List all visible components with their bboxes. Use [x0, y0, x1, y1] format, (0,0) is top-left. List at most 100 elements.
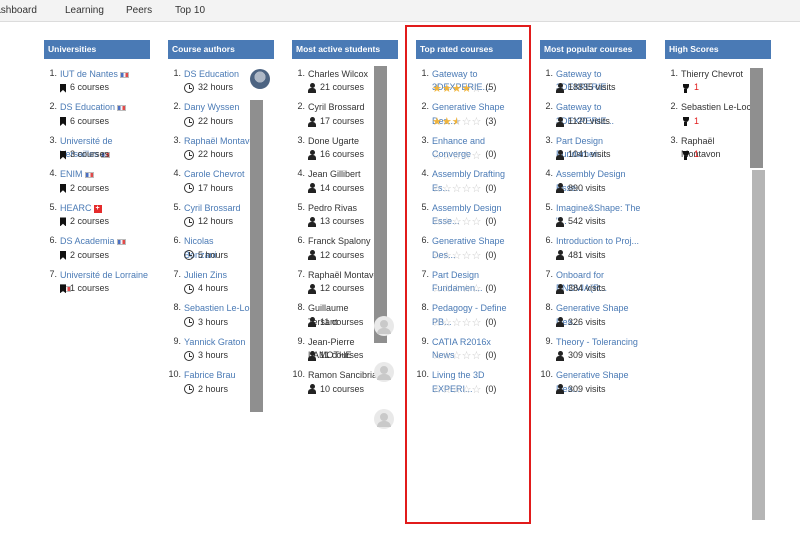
- tab-dashboard[interactable]: Dashboard: [0, 5, 37, 16]
- course-count-text: 1 courses: [70, 283, 110, 294]
- university-item: 3. Université de Versailles 3 courses: [44, 135, 150, 162]
- item-number: 1.: [297, 68, 305, 78]
- user-icon: [308, 250, 316, 261]
- item-number: 5.: [49, 201, 57, 212]
- visit-count: 890 visits: [556, 182, 646, 195]
- course-count-text: 2 courses: [70, 216, 110, 227]
- popular-list: 1. Gateway to 3DEXPERIE... 18835 visits 2. G…: [540, 68, 646, 396]
- universities-panel: Universities 1. IUT de Nantes 6 courses 2. D…: [44, 40, 150, 302]
- author-name-line: Nicolas Bonzani: [184, 235, 234, 259]
- clock-icon: [184, 183, 194, 194]
- item-number: 1.: [545, 68, 553, 78]
- author-link[interactable]: Fabrice Brau: [184, 370, 236, 380]
- item-number: 9.: [173, 335, 181, 346]
- score-value: 1: [694, 115, 700, 126]
- item-number: 2.: [545, 101, 553, 112]
- item-number: 7.: [173, 268, 181, 279]
- university-item: 6. DS Academia 2 courses: [44, 235, 150, 262]
- bookmark-icon: [60, 117, 66, 127]
- item-number: 10.: [292, 369, 305, 380]
- top-rated-highlight: [405, 25, 531, 524]
- item-number: 4.: [49, 168, 57, 179]
- visit-count: 542 visits: [556, 215, 646, 228]
- course-count-text: 11 courses: [320, 316, 364, 327]
- popular-course-name-line: Introduction to Proj...: [556, 235, 644, 248]
- student-course-count: 10 courses: [308, 383, 398, 396]
- clock-icon: [184, 116, 194, 127]
- item-number: 6.: [297, 235, 305, 246]
- author-link[interactable]: Carole Chevrot: [184, 169, 245, 179]
- item-number: 5.: [173, 201, 181, 212]
- popular-course-name-line: Onboard for ENOVIA(R...: [556, 269, 644, 293]
- hours-text: 3 hours: [198, 350, 229, 361]
- item-number: 2.: [297, 101, 305, 112]
- tab-top10[interactable]: Top 10: [175, 5, 205, 16]
- french-flag-icon: [117, 105, 127, 112]
- score-name-line: Raphaël Montavon: [681, 135, 731, 159]
- student-name: Pedro Rivas: [308, 202, 358, 213]
- item-number: 10.: [168, 369, 181, 380]
- item-number: 5.: [297, 201, 305, 212]
- visits-text: 542 visits: [568, 216, 606, 227]
- popular-course-item: 10. Generative Shape Des... 309 visits: [540, 369, 646, 396]
- hours-text: 2 hours: [198, 383, 229, 394]
- author-link[interactable]: Cyril Brossard: [184, 203, 241, 213]
- item-number: 9.: [545, 335, 553, 346]
- visit-count: 309 visits: [556, 349, 646, 362]
- item-number: 3.: [670, 134, 678, 145]
- popular-course-name-line: Part Design Fundamen...: [556, 135, 644, 159]
- tab-learning[interactable]: Learning: [65, 5, 104, 16]
- visits-text: 326 visits: [568, 316, 606, 327]
- item-number: 3.: [49, 134, 57, 145]
- clock-icon: [184, 83, 194, 94]
- visit-count: 1120 visits: [556, 115, 646, 128]
- author-link[interactable]: Yannick Graton: [184, 337, 245, 347]
- university-name-line: Université de Versailles: [60, 135, 150, 159]
- score-name: Thierry Chevrot: [681, 69, 744, 79]
- item-number: 5.: [545, 201, 553, 212]
- course-count-text: 11 courses: [320, 350, 364, 361]
- popular-course-name-line: Gateway to 3DEXPERIE...: [556, 101, 644, 125]
- item-number: 6.: [545, 235, 553, 246]
- university-link[interactable]: Université de Lorraine: [60, 270, 148, 280]
- course-count-text: 6 courses: [70, 82, 110, 93]
- author-link[interactable]: DS Education: [184, 69, 239, 79]
- popular-course-item: 6. Introduction to Proj... 481 visits: [540, 235, 646, 262]
- author-link[interactable]: Sebastien Le-Loch: [184, 303, 259, 313]
- author-link[interactable]: Dany Wyssen: [184, 102, 239, 112]
- popular-course-link[interactable]: Introduction to Proj...: [556, 236, 639, 246]
- clock-icon: [184, 384, 194, 395]
- university-link[interactable]: DS Education: [60, 102, 115, 112]
- visits-text: 18835 visits: [568, 82, 616, 93]
- clock-icon: [184, 350, 194, 361]
- redaction-bar: [250, 100, 263, 412]
- top-nav: Dashboard Learning Peers Top 10: [0, 0, 800, 22]
- tab-peers[interactable]: Peers: [126, 5, 152, 16]
- authors-header: Course authors: [168, 40, 274, 59]
- popular-course-item: 1. Gateway to 3DEXPERIE... 18835 visits: [540, 68, 646, 95]
- user-icon: [556, 183, 564, 194]
- popular-course-item: 2. Gateway to 3DEXPERIE... 1120 visits: [540, 101, 646, 128]
- university-link[interactable]: DS Academia: [60, 236, 115, 246]
- university-course-count: 3 courses: [60, 148, 150, 161]
- university-link[interactable]: HEARC: [60, 203, 92, 213]
- university-link[interactable]: ENIM: [60, 169, 83, 179]
- user-icon: [308, 116, 316, 127]
- user-icon: [556, 150, 564, 161]
- hours-text: 12 hours: [198, 216, 234, 227]
- popular-course-link[interactable]: Theory - Tolerancing: [556, 337, 638, 347]
- item-number: 8.: [297, 302, 305, 313]
- author-link[interactable]: Julien Zins: [184, 270, 227, 280]
- hours-text: 22 hours: [198, 115, 234, 126]
- author-link[interactable]: Raphaël Montavon: [184, 136, 260, 146]
- item-number: 1.: [49, 68, 57, 78]
- course-count-text: 2 courses: [70, 182, 110, 193]
- popular-course-item: 4. Assembly Design Esse... 890 visits: [540, 168, 646, 195]
- user-icon: [556, 283, 564, 294]
- user-icon: [556, 83, 564, 94]
- university-link[interactable]: IUT de Nantes: [60, 69, 118, 79]
- student-course-count: 11 courses: [308, 349, 398, 362]
- student-name: Raphaël Montavon: [308, 269, 384, 280]
- score-name: Sebastien Le-Loch: [681, 102, 757, 113]
- university-name-line: IUT de Nantes: [60, 68, 150, 81]
